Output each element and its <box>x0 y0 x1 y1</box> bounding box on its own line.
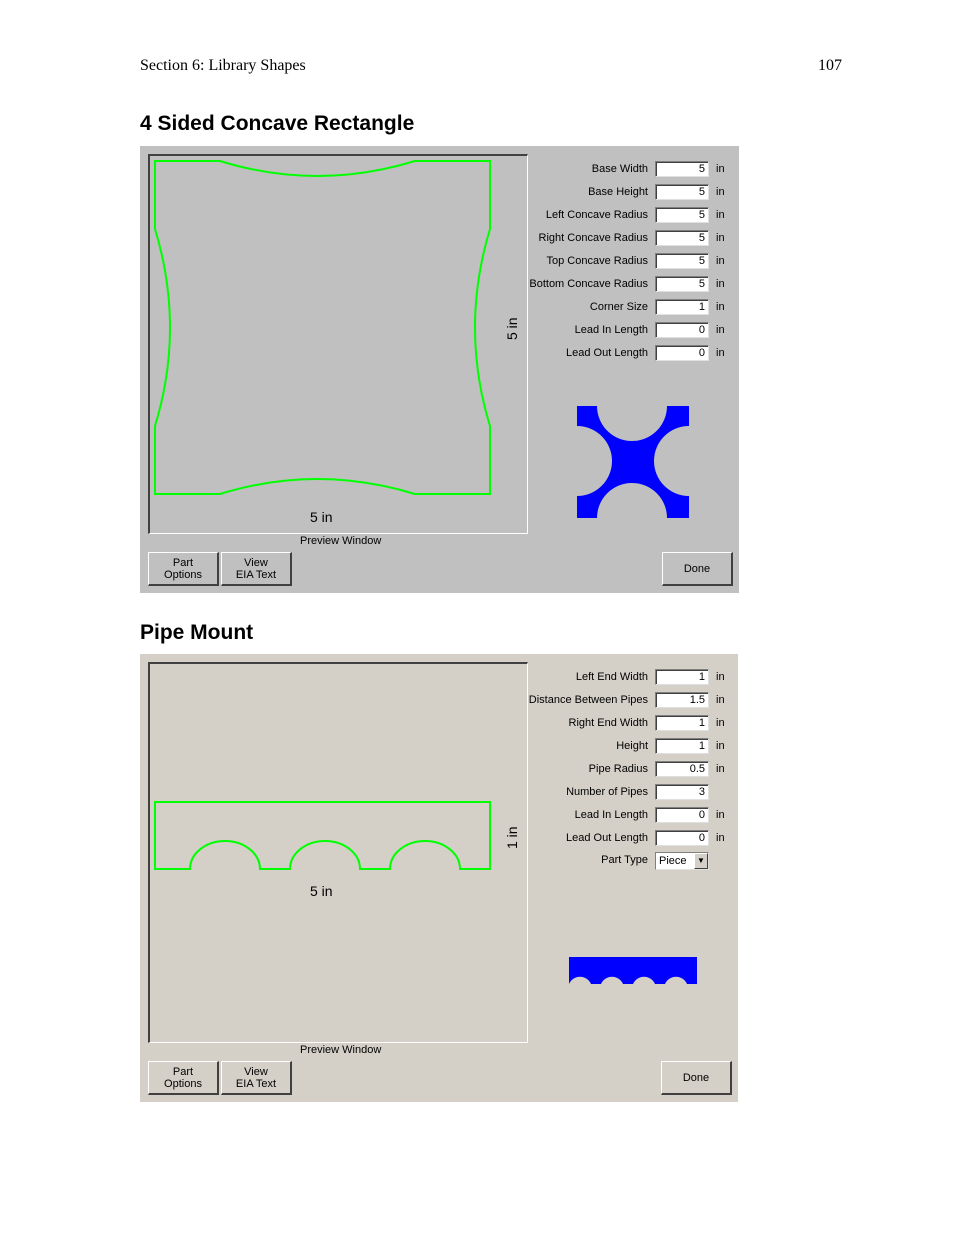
field-row-lead-out-length: Lead Out Length 0 in <box>140 345 739 365</box>
field-row-left-end-width: Left End Width 1 in <box>140 669 739 689</box>
unit-label: in <box>716 809 725 821</box>
field-label: Right End Width <box>568 717 648 729</box>
field-row-top-concave-radius: Top Concave Radius 5 in <box>140 253 739 273</box>
base-width-input[interactable]: 5 <box>655 161 709 177</box>
part-options-button[interactable]: Part Options <box>148 552 219 586</box>
field-row-number-of-pipes: Number of Pipes 3 <box>140 784 739 804</box>
right-concave-radius-input[interactable]: 5 <box>655 230 709 246</box>
part-type-row: Part Type Piece ▼ <box>140 852 739 872</box>
field-label: Lead Out Length <box>566 832 648 844</box>
chevron-down-icon[interactable]: ▼ <box>694 853 708 869</box>
field-row-height: Height 1 in <box>140 738 739 758</box>
number-of-pipes-input[interactable]: 3 <box>655 784 709 800</box>
height-input[interactable]: 1 <box>655 738 709 754</box>
lead-out-length-input[interactable]: 0 <box>655 830 709 846</box>
pipe-dialog: 5 in 1 in Preview Window Left End Width 1… <box>140 654 738 1102</box>
field-label: Number of Pipes <box>566 786 648 798</box>
lead-in-length-input[interactable]: 0 <box>655 807 709 823</box>
unit-label: in <box>716 694 725 706</box>
field-label: Lead In Length <box>574 324 648 336</box>
field-label: Height <box>616 740 648 752</box>
field-row-lead-out-length: Lead Out Length 0 in <box>140 830 739 850</box>
concave-dialog: 5 in 5 in Preview Window Base Width 5 in Ba… <box>140 146 739 593</box>
field-row-right-end-width: Right End Width 1 in <box>140 715 739 735</box>
field-row-distance-between-pipes: Distance Between Pipes 1.5 in <box>140 692 739 712</box>
field-row-lead-in-length: Lead In Length 0 in <box>140 322 739 342</box>
left-concave-radius-input[interactable]: 5 <box>655 207 709 223</box>
field-row-pipe-radius: Pipe Radius 0.5 in <box>140 761 739 781</box>
unit-label: in <box>716 717 725 729</box>
field-label: Base Width <box>591 163 648 175</box>
part-options-button[interactable]: Part Options <box>148 1061 219 1095</box>
unit-label: in <box>716 740 725 752</box>
part-type-label: Part Type <box>601 854 648 866</box>
concave-shape-icon <box>577 406 689 518</box>
field-row-base-height: Base Height 5 in <box>140 184 739 204</box>
field-label: Lead Out Length <box>566 347 648 359</box>
pipe-dim-width: 5 in <box>310 883 333 899</box>
field-row-corner-size: Corner Size 1 in <box>140 299 739 319</box>
top-concave-radius-input[interactable]: 5 <box>655 253 709 269</box>
unit-label: in <box>716 186 725 198</box>
field-label: Bottom Concave Radius <box>529 278 648 290</box>
field-row-right-concave-radius: Right Concave Radius 5 in <box>140 230 739 250</box>
unit-label: in <box>716 163 725 175</box>
unit-label: in <box>716 324 725 336</box>
base-height-input[interactable]: 5 <box>655 184 709 200</box>
unit-label: in <box>716 832 725 844</box>
lead-in-length-input[interactable]: 0 <box>655 322 709 338</box>
concave-preview-caption: Preview Window <box>300 535 382 547</box>
lead-out-length-input[interactable]: 0 <box>655 345 709 361</box>
field-row-left-concave-radius: Left Concave Radius 5 in <box>140 207 739 227</box>
unit-label: in <box>716 671 725 683</box>
field-label: Left End Width <box>575 671 648 683</box>
field-label: Left Concave Radius <box>545 209 648 221</box>
unit-label: in <box>716 347 725 359</box>
view-eia-text-button[interactable]: View EIA Text <box>221 1061 292 1095</box>
pipe-radius-input[interactable]: 0.5 <box>655 761 709 777</box>
distance-between-pipes-input[interactable]: 1.5 <box>655 692 709 708</box>
unit-label: in <box>716 301 725 313</box>
done-button[interactable]: Done <box>661 1061 732 1095</box>
part-type-value: Piece <box>659 855 687 867</box>
section-title-concave: 4 Sided Concave Rectangle <box>140 112 415 135</box>
left-end-width-input[interactable]: 1 <box>655 669 709 685</box>
field-label: Lead In Length <box>574 809 648 821</box>
bottom-concave-radius-input[interactable]: 5 <box>655 276 709 292</box>
unit-label: in <box>716 255 725 267</box>
right-end-width-input[interactable]: 1 <box>655 715 709 731</box>
unit-label: in <box>716 278 725 290</box>
field-label: Distance Between Pipes <box>528 694 648 706</box>
unit-label: in <box>716 232 725 244</box>
section-title-pipe: Pipe Mount <box>140 621 254 644</box>
pipe-shape-icon <box>569 957 697 984</box>
field-label: Corner Size <box>589 301 648 313</box>
unit-label: in <box>716 763 725 775</box>
field-label: Base Height <box>588 186 648 198</box>
field-row-bottom-concave-radius: Bottom Concave Radius 5 in <box>140 276 739 296</box>
field-label: Top Concave Radius <box>546 255 648 267</box>
page-number: 107 <box>818 57 842 74</box>
page-header-left: Section 6: Library Shapes <box>140 57 306 74</box>
field-row-base-width: Base Width 5 in <box>140 161 739 181</box>
field-label: Pipe Radius <box>588 763 648 775</box>
concave-dim-width: 5 in <box>310 509 333 525</box>
corner-size-input[interactable]: 1 <box>655 299 709 315</box>
field-row-lead-in-length: Lead In Length 0 in <box>140 807 739 827</box>
part-type-select[interactable]: Piece ▼ <box>655 852 709 870</box>
view-eia-text-button[interactable]: View EIA Text <box>221 552 292 586</box>
unit-label: in <box>716 209 725 221</box>
pipe-preview-caption: Preview Window <box>300 1044 382 1056</box>
field-label: Right Concave Radius <box>538 232 648 244</box>
done-button[interactable]: Done <box>662 552 733 586</box>
